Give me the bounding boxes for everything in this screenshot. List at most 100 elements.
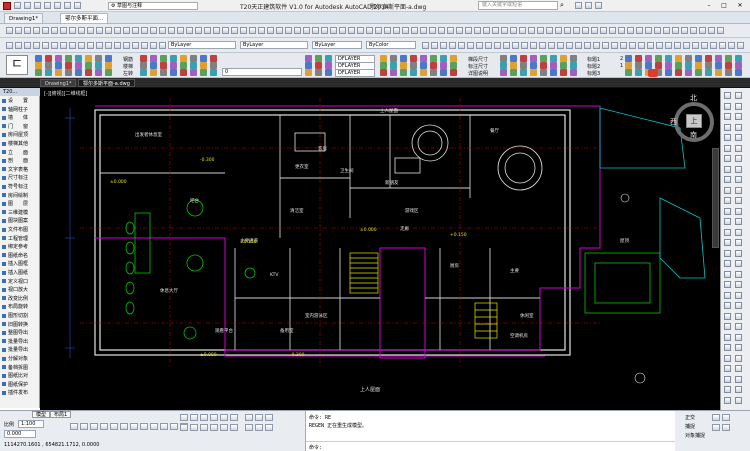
ribbon-tool-icon[interactable] — [725, 62, 732, 69]
ribbon-tool-icon[interactable] — [380, 69, 387, 76]
status-tool-icon[interactable] — [180, 414, 188, 421]
modify-tool-icon[interactable] — [735, 165, 742, 173]
toolbar-button-icon[interactable] — [420, 27, 427, 34]
toolbar-button-icon[interactable] — [258, 27, 265, 34]
ribbon-layer-combo[interactable]: 0 — [222, 68, 302, 76]
ribbon-tool-icon[interactable] — [390, 69, 397, 76]
ribbon-tool-icon[interactable] — [500, 69, 507, 76]
ribbon-tool-icon[interactable] — [85, 55, 92, 62]
ribbon-tool-icon[interactable] — [570, 55, 577, 62]
modify-tool-icon[interactable] — [735, 281, 742, 288]
toolbar-button-icon[interactable] — [483, 27, 490, 34]
t20-menu-item[interactable]: 符号标注 — [2, 184, 38, 191]
modify-tool-icon[interactable] — [735, 323, 742, 330]
ribbon-tool-icon[interactable] — [200, 55, 207, 62]
command-window[interactable]: 命令: RE REGEN 正在重生成模型。 命令: — [305, 411, 675, 451]
t20-menu-item[interactable]: 备档拆图 — [2, 365, 38, 372]
ribbon-tool-icon[interactable] — [315, 62, 322, 69]
toolbar-button-icon[interactable] — [402, 27, 409, 34]
ribbon-tool-icon[interactable] — [705, 62, 712, 69]
ribbon-tool-icon[interactable] — [560, 69, 567, 76]
ribbon-tool-icon[interactable] — [45, 55, 52, 62]
t20-menu-item[interactable]: 三维建模 — [2, 210, 38, 217]
modify-tool-icon[interactable] — [735, 302, 742, 309]
toolbar-button-icon[interactable] — [456, 27, 463, 34]
t20-app-icon[interactable] — [3, 2, 11, 10]
toolbar-button-icon[interactable] — [150, 27, 157, 34]
modify-tool-icon[interactable] — [735, 291, 742, 299]
toolbar-button-icon[interactable] — [24, 27, 31, 34]
modify-tool-icon[interactable] — [735, 113, 742, 120]
ribbon-tool-icon[interactable] — [540, 69, 547, 76]
draw-tool-icon[interactable] — [724, 186, 731, 194]
layer-tool-icon[interactable] — [620, 42, 627, 49]
draw-tool-icon[interactable] — [724, 249, 731, 257]
ribbon-tool-icon[interactable] — [190, 69, 197, 76]
signin-icon[interactable] — [575, 2, 582, 9]
modify-tool-icon[interactable] — [735, 134, 742, 141]
draw-tool-icon[interactable] — [724, 176, 731, 183]
draw-tool-icon[interactable] — [724, 344, 731, 351]
ribbon-tool-icon[interactable] — [675, 62, 682, 69]
ribbon-tool-icon[interactable] — [105, 62, 112, 69]
zoom-field[interactable]: 0.000 — [4, 430, 36, 438]
ribbon-tool-icon[interactable] — [510, 55, 517, 62]
modify-tool-icon[interactable] — [735, 375, 742, 383]
ribbon-tool-icon[interactable] — [440, 62, 447, 69]
ribbon-tool-icon[interactable] — [65, 55, 72, 62]
draw-tool-icon[interactable] — [724, 123, 731, 131]
ribbon-tool-icon[interactable] — [540, 55, 547, 62]
draw-tool-icon[interactable] — [724, 228, 731, 236]
layer-tool-icon[interactable] — [503, 42, 510, 49]
ribbon-tool-icon[interactable] — [530, 55, 537, 62]
ribbon-tool-icon[interactable] — [430, 55, 437, 62]
ribbon-tool-icon[interactable] — [65, 69, 72, 76]
layer-tool-icon[interactable] — [494, 42, 501, 49]
ribbon-tool-icon[interactable] — [665, 55, 672, 62]
close-icon[interactable]: ✕ — [734, 1, 746, 10]
ribbon-tool-icon[interactable] — [695, 69, 702, 76]
ribbon-tool-icon[interactable] — [625, 55, 632, 62]
toolbar-button-icon[interactable] — [609, 27, 616, 34]
toolbar-button-icon[interactable] — [141, 27, 148, 34]
ribbon-tool-icon[interactable] — [430, 69, 437, 76]
ribbon-tool-icon[interactable] — [95, 55, 102, 62]
right-tray-icon[interactable] — [722, 414, 730, 421]
toolbar-button-icon[interactable] — [654, 27, 661, 34]
t20-menu-item[interactable]: 楼梯其他 — [2, 141, 38, 148]
layer-tool-icon[interactable] — [476, 42, 483, 49]
toolbar-button-icon[interactable] — [159, 27, 166, 34]
ribbon-tool-icon[interactable] — [635, 69, 642, 76]
t20-menu-item[interactable]: 图纸命名 — [2, 253, 38, 260]
layer-tool-icon[interactable] — [87, 42, 94, 49]
t20-menu-item[interactable]: 分解对象 — [2, 356, 38, 363]
ribbon-tool-icon[interactable] — [400, 69, 407, 76]
toolbar-button-icon[interactable] — [312, 27, 319, 34]
ribbon-tool-icon[interactable] — [625, 62, 632, 69]
file-tab-current[interactable]: 鄂尔多斯平面-a.dwg — [78, 79, 135, 87]
status-tray-icon[interactable] — [255, 414, 263, 421]
ribbon-tool-icon[interactable] — [75, 62, 82, 69]
layer-tool-icon[interactable] — [530, 42, 537, 49]
modify-tool-icon[interactable] — [735, 312, 742, 320]
ribbon-tool-icon[interactable] — [140, 69, 147, 76]
status-tray-icon[interactable] — [245, 414, 253, 421]
t20-menu-item[interactable]: 批量导出 — [2, 347, 38, 354]
status-tray-icon[interactable] — [265, 424, 273, 431]
t20-menu-item[interactable]: 房间绘制 — [2, 193, 38, 200]
toolbar-button-icon[interactable] — [717, 27, 724, 34]
ribbon-tool-icon[interactable] — [45, 62, 52, 69]
t20-menu-item[interactable]: 定义视口 — [2, 279, 38, 286]
redo-icon[interactable] — [74, 2, 81, 9]
modify-tool-icon[interactable] — [735, 344, 742, 351]
ribbon-tool-icon[interactable] — [625, 69, 632, 76]
layer-tool-icon[interactable] — [51, 42, 58, 49]
right-tray-icon[interactable] — [712, 414, 720, 421]
ribbon-tool-icon[interactable] — [85, 69, 92, 76]
toolbar-button-icon[interactable] — [474, 27, 481, 34]
ribbon-tool-icon[interactable] — [200, 62, 207, 69]
ribbon-tool-icon[interactable] — [55, 62, 62, 69]
ribbon-tool-icon[interactable] — [635, 62, 642, 69]
layer-tool-icon[interactable] — [6, 42, 13, 49]
ribbon-tool-icon[interactable] — [530, 62, 537, 69]
